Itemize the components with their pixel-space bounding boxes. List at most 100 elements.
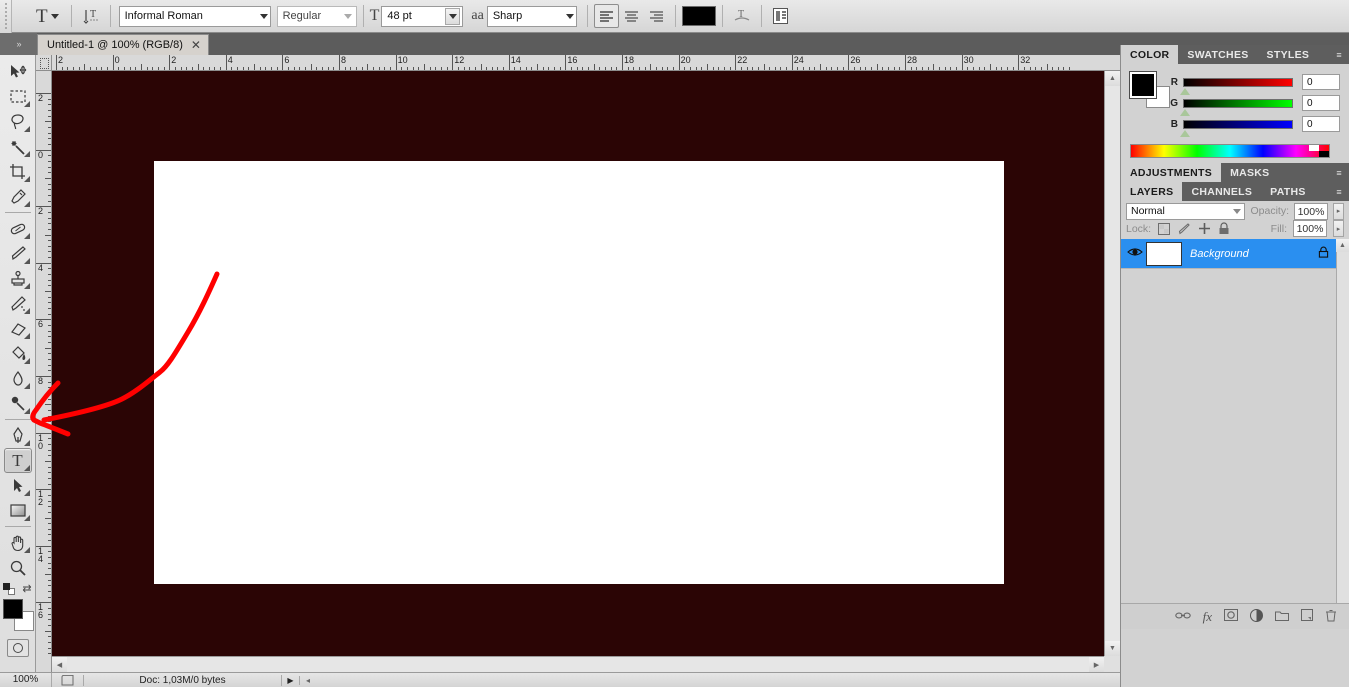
horizontal-scrollbar[interactable]: ◀ ▶ (52, 656, 1104, 672)
layer-thumbnail[interactable] (1146, 241, 1182, 266)
lock-position-icon[interactable] (1197, 222, 1211, 236)
zoom-level-field[interactable]: 100% (0, 673, 52, 687)
adjustments-panel-menu-icon[interactable]: ≡ (1332, 166, 1346, 179)
canvas-viewport[interactable] (52, 71, 1104, 656)
opacity-stepper[interactable]: ▸ (1333, 202, 1344, 220)
tabbar-grip[interactable]: » (0, 33, 37, 55)
document-preview-icon[interactable] (52, 674, 84, 686)
table-row[interactable]: Background (1121, 239, 1337, 269)
tool-history-brush-tool[interactable] (4, 291, 32, 316)
color-spectrum-ramp[interactable] (1130, 144, 1330, 158)
lock-all-icon[interactable] (1217, 222, 1231, 236)
tab-layers[interactable]: LAYERS (1121, 182, 1183, 201)
tab-adjustments[interactable]: ADJUSTMENTS (1121, 163, 1222, 182)
antialias-select[interactable]: Sharp (486, 5, 577, 27)
red-slider-thumb[interactable] (1180, 87, 1190, 95)
font-style-select[interactable]: Regular (276, 5, 357, 27)
tool-path-selection-tool[interactable] (4, 473, 32, 498)
tool-move-tool[interactable] (4, 59, 32, 84)
tool-rectangular-marquee-tool[interactable] (4, 84, 32, 109)
tab-color[interactable]: COLOR (1121, 45, 1179, 64)
ruler-corner[interactable] (36, 55, 52, 71)
options-bar-grip[interactable] (0, 0, 12, 33)
tool-eraser-tool[interactable] (4, 316, 32, 341)
tool-zoom-tool[interactable] (4, 555, 32, 580)
toggle-text-orientation-button[interactable]: T (78, 4, 104, 28)
scroll-down-arrow[interactable]: ▼ (1105, 641, 1120, 656)
layers-scrollbar[interactable]: ▲ (1336, 239, 1349, 629)
tool-paint-bucket-tool[interactable] (4, 341, 32, 366)
toggle-character-paragraph-panels-button[interactable] (768, 4, 794, 28)
scroll-right-arrow[interactable]: ▶ (1089, 657, 1104, 672)
tool-healing-brush-tool[interactable] (4, 216, 32, 241)
tab-masks[interactable]: MASKS (1221, 163, 1279, 182)
fill-stepper[interactable]: ▸ (1333, 220, 1344, 237)
new-fill-adjustment-layer-icon[interactable] (1250, 608, 1263, 625)
scroll-up-arrow[interactable]: ▲ (1105, 71, 1120, 86)
blend-mode-select[interactable]: Normal (1126, 202, 1246, 220)
tool-crop-tool[interactable] (4, 159, 32, 184)
tool-lasso-tool[interactable] (4, 109, 32, 134)
default-colors-icon[interactable] (3, 582, 16, 595)
blue-value-field[interactable]: 0 (1302, 116, 1340, 132)
tool-hand-tool[interactable] (4, 530, 32, 555)
blue-slider-thumb[interactable] (1180, 129, 1190, 137)
tool-magic-wand-tool[interactable] (4, 134, 32, 159)
tab-paths[interactable]: PATHS (1261, 182, 1315, 201)
green-slider-thumb[interactable] (1180, 108, 1190, 116)
tool-blur-tool[interactable] (4, 366, 32, 391)
document-page[interactable] (154, 161, 1004, 584)
blue-slider[interactable] (1180, 119, 1293, 137)
align-right-button[interactable] (644, 4, 669, 28)
quick-mask-mode-button[interactable] (6, 639, 29, 657)
font-family-select[interactable]: Informal Roman (118, 5, 271, 27)
tab-channels[interactable]: CHANNELS (1182, 182, 1262, 201)
tool-eyedropper-tool[interactable] (4, 184, 32, 209)
tool-rectangle-shape-tool[interactable] (4, 498, 32, 523)
red-slider[interactable] (1180, 77, 1293, 95)
delete-layer-icon[interactable] (1325, 609, 1337, 625)
white-swatch[interactable] (1309, 145, 1319, 151)
vertical-ruler[interactable]: 2 0 2 4 6 8 10 12 14 16 (36, 71, 52, 672)
color-panel-menu-icon[interactable]: ≡ (1332, 48, 1346, 61)
swap-colors-icon[interactable]: ⇄ (22, 582, 31, 595)
foreground-color-swatch[interactable] (1129, 71, 1157, 99)
vertical-scrollbar[interactable]: ▲ ▼ (1104, 71, 1120, 656)
fill-value-field[interactable]: 100% (1293, 220, 1327, 237)
font-size-dropdown-button[interactable] (445, 7, 461, 25)
text-color-swatch[interactable] (681, 6, 716, 26)
close-icon[interactable]: ✕ (191, 39, 201, 51)
red-value-field[interactable]: 0 (1302, 74, 1340, 90)
tool-brush-tool[interactable] (4, 241, 32, 266)
layers-scroll-up-arrow[interactable]: ▲ (1336, 239, 1349, 252)
tool-preset-picker[interactable]: T (30, 7, 65, 26)
add-layer-mask-icon[interactable] (1224, 609, 1238, 624)
green-slider[interactable] (1180, 98, 1293, 116)
tool-dodge-tool[interactable] (4, 391, 32, 416)
tab-styles[interactable]: STYLES (1257, 45, 1319, 64)
opacity-value-field[interactable]: 100% (1294, 202, 1328, 220)
black-swatch[interactable] (1319, 151, 1329, 157)
layer-visibility-icon[interactable] (1124, 246, 1146, 261)
tab-swatches[interactable]: SWATCHES (1178, 45, 1258, 64)
lock-transparent-pixels-icon[interactable] (1157, 222, 1171, 236)
green-value-field[interactable]: 0 (1302, 95, 1340, 111)
status-expand-arrow[interactable]: ▶ (282, 675, 300, 685)
horizontal-ruler[interactable]: 2 0 2 4 6 8 10 12 14 16 18 20 22 24 26 28 30 32 (52, 55, 1120, 71)
link-layers-icon[interactable] (1174, 610, 1191, 624)
tool-horizontal-type-tool[interactable]: T (3, 448, 32, 473)
layer-style-fx-icon[interactable]: fx (1203, 609, 1212, 625)
document-tab[interactable]: Untitled-1 @ 100% (RGB/8) ✕ (37, 34, 209, 55)
lock-image-pixels-icon[interactable] (1177, 222, 1191, 236)
new-layer-icon[interactable] (1301, 609, 1313, 624)
tool-pen-tool[interactable] (4, 423, 32, 448)
scroll-left-arrow[interactable]: ◀ (52, 657, 67, 672)
status-left-arrow[interactable]: ◂ (300, 676, 316, 685)
create-warped-text-button[interactable]: T (729, 4, 755, 28)
new-group-icon[interactable] (1275, 610, 1289, 624)
align-left-button[interactable] (593, 4, 619, 28)
tool-clone-stamp-tool[interactable] (4, 266, 32, 291)
layers-panel-menu-icon[interactable]: ≡ (1332, 185, 1346, 198)
font-size-select[interactable]: 48 pt (381, 5, 464, 27)
align-center-button[interactable] (619, 4, 644, 28)
